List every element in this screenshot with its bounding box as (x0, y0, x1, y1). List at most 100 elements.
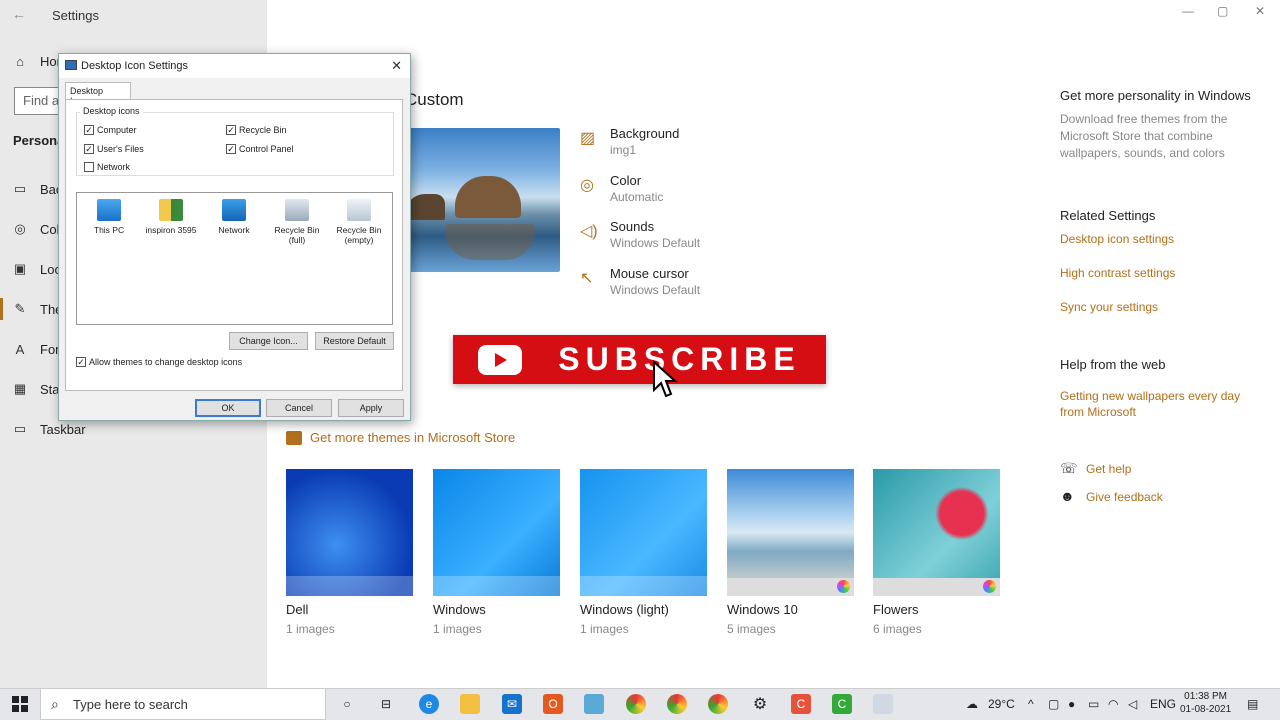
camtasia-icon[interactable]: C (791, 694, 811, 714)
microphone-icon[interactable]: ● (1068, 697, 1075, 711)
tray-app-icon[interactable]: ▢ (1048, 697, 1059, 711)
language-indicator[interactable]: ENG (1150, 697, 1176, 711)
system-clock[interactable]: 01:38 PM 01-08-2021 (1180, 690, 1231, 716)
clock-date: 01-08-2021 (1180, 704, 1232, 715)
office-icon[interactable]: O (543, 694, 563, 714)
theme-dell[interactable]: Dell 1 images (286, 469, 413, 636)
tab-desktop-icons[interactable]: Desktop Icons (65, 82, 131, 106)
dialog-close-icon[interactable]: ✕ (391, 58, 402, 74)
theme-flowers[interactable]: Flowers 6 images (873, 469, 1000, 636)
search-icon: ⌕ (51, 696, 59, 712)
theme-windows[interactable]: Windows 1 images (433, 469, 560, 636)
this-pc-item[interactable]: This PC (79, 199, 139, 235)
chrome-icon[interactable] (626, 694, 646, 714)
desktop-icon-settings-taskbar-icon[interactable] (873, 694, 893, 714)
cortana-icon[interactable]: ○ (337, 694, 357, 714)
file-explorer-icon[interactable] (460, 694, 480, 714)
desktop-icon-settings-dialog: Desktop Icon Settings ✕ Desktop Icons De… (58, 53, 411, 421)
checkbox-users-files[interactable]: ✓ User's Files (84, 144, 144, 154)
theme-count: 6 images (873, 622, 922, 636)
palette-icon: ◎ (14, 221, 26, 236)
property-title: Sounds (610, 219, 655, 234)
mail-icon[interactable]: ✉ (502, 694, 522, 714)
theme-windows-10[interactable]: Windows 10 5 images (727, 469, 854, 636)
color-swatch-icon (837, 580, 850, 593)
section-heading: Persona (13, 133, 65, 148)
desktop-icon-list: This PC inspiron 3595 Network Recycle Bi… (76, 192, 393, 325)
minimize-button[interactable]: — (1182, 4, 1194, 18)
volume-icon[interactable]: ◁ (1128, 697, 1137, 711)
theme-count: 5 images (727, 622, 776, 636)
theme-thumbnail (433, 469, 560, 596)
settings-gear-icon[interactable]: ⚙ (750, 694, 770, 714)
get-help-icon: ☏ (1060, 460, 1078, 476)
get-help-link[interactable]: Get help (1086, 462, 1131, 476)
chevron-up-icon[interactable]: ^ (1028, 697, 1034, 711)
property-title: Color (610, 173, 642, 188)
recycle-bin-full-item[interactable]: Recycle Bin (full) (267, 199, 327, 245)
chrome-profile-2-icon[interactable] (708, 694, 728, 714)
theme-windows-light[interactable]: Windows (light) 1 images (580, 469, 707, 636)
store-link[interactable]: Get more themes in Microsoft Store (286, 430, 515, 445)
theme-count: 1 images (433, 622, 482, 636)
theme-thumbnail (873, 469, 1000, 596)
lock-screen-icon: ▣ (13, 261, 27, 276)
checkbox-recycle-bin[interactable]: ✓ Recycle Bin (226, 125, 287, 135)
active-indicator (0, 298, 3, 320)
battery-icon[interactable]: ▭ (1088, 697, 1099, 711)
allow-themes-checkbox[interactable]: ✓ Allow themes to change desktop icons (76, 357, 242, 367)
ok-button[interactable]: OK (195, 399, 261, 417)
youtube-play-icon (478, 344, 523, 375)
wallpapers-help-link[interactable]: Getting new wallpapers every day from Mi… (1060, 388, 1260, 420)
theme-thumbnail (286, 469, 413, 596)
home-icon: ⌂ (16, 53, 24, 69)
high-contrast-settings-link[interactable]: High contrast settings (1060, 266, 1175, 280)
theme-count: 1 images (580, 622, 629, 636)
checkbox-network[interactable]: Network (84, 162, 130, 172)
personality-text: Download free themes from the Microsoft … (1060, 112, 1228, 160)
wifi-icon[interactable]: ◠ (1108, 697, 1118, 711)
task-view-icon[interactable]: ⊟ (376, 694, 396, 714)
user-files-item[interactable]: inspiron 3595 (141, 199, 201, 235)
group-label: Desktop icons (80, 106, 143, 116)
cancel-button[interactable]: Cancel (266, 399, 332, 417)
weather-temp[interactable]: 29°C (988, 697, 1015, 711)
start-icon: ▦ (13, 381, 27, 396)
sidebar-item-label: Taskbar (40, 421, 86, 437)
maximize-button[interactable]: ▢ (1217, 4, 1228, 18)
theme-name: Dell (286, 602, 309, 617)
related-settings-heading: Related Settings (1060, 208, 1156, 223)
checkbox-computer[interactable]: ✓ Computer (84, 125, 137, 135)
notifications-icon[interactable]: ▤ (1247, 697, 1258, 711)
property-value: Windows Default (610, 236, 701, 250)
restore-default-button[interactable]: Restore Default (315, 332, 394, 350)
chrome-profile-icon[interactable] (667, 694, 687, 714)
theme-name: Windows (light) (580, 602, 669, 617)
font-icon: A (15, 341, 25, 357)
change-icon-button[interactable]: Change Icon... (229, 332, 308, 350)
sync-settings-link[interactable]: Sync your settings (1060, 300, 1158, 314)
camtasia-recorder-icon[interactable]: C (832, 694, 852, 714)
sidebar-item-label: Col (40, 221, 60, 237)
start-button[interactable] (12, 696, 28, 712)
property-title: Background (610, 126, 680, 141)
network-icon (222, 199, 246, 221)
palette-icon: ◎ (580, 177, 594, 194)
network-item[interactable]: Network (204, 199, 264, 235)
app-icon[interactable] (584, 694, 604, 714)
give-feedback-link[interactable]: Give feedback (1086, 490, 1163, 504)
theme-name: Flowers (873, 602, 919, 617)
apply-button[interactable]: Apply (338, 399, 404, 417)
close-button[interactable]: ✕ (1255, 4, 1265, 18)
back-button[interactable]: ← (12, 6, 26, 22)
subscribe-banner[interactable]: SUBSCRIBE (453, 335, 826, 384)
recycle-bin-empty-item[interactable]: Recycle Bin (empty) (329, 199, 389, 245)
edge-icon[interactable]: e (419, 694, 439, 714)
computer-icon (97, 199, 121, 221)
store-link-label: Get more themes in Microsoft Store (310, 430, 516, 445)
dialog-title-bar: Desktop Icon Settings ✕ (59, 54, 410, 78)
personality-heading: Get more personality in Windows (1060, 88, 1251, 103)
desktop-icon-settings-link[interactable]: Desktop icon settings (1060, 232, 1174, 246)
taskbar-search-input[interactable]: ⌕ Type here to search (40, 688, 326, 720)
checkbox-control-panel[interactable]: ✓ Control Panel (226, 144, 294, 154)
